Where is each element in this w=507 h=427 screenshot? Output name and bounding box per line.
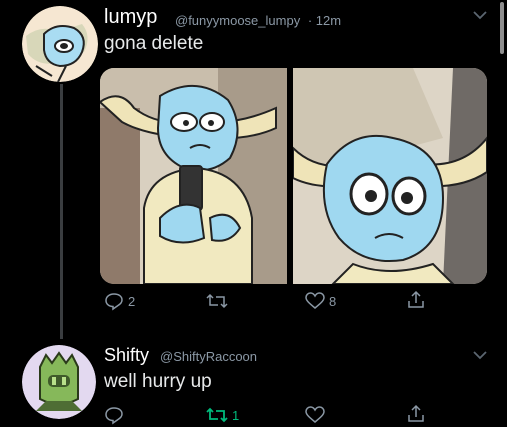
like-button[interactable]: 8: [305, 292, 336, 310]
scrollbar[interactable]: [500, 2, 504, 54]
like-button[interactable]: [305, 406, 329, 424]
thread-line: [60, 84, 63, 339]
retweet-button[interactable]: [206, 292, 232, 310]
avatar[interactable]: [22, 345, 96, 419]
avatar[interactable]: [22, 6, 98, 82]
reply-icon: [105, 407, 123, 425]
tweet-text: gona delete: [104, 33, 204, 54]
chevron-down-icon[interactable]: [470, 8, 490, 22]
share-button[interactable]: [406, 290, 426, 310]
reply-button[interactable]: [104, 405, 128, 425]
share-button[interactable]: [406, 404, 426, 424]
heart-icon: [305, 406, 325, 423]
like-count: 8: [329, 293, 337, 309]
retweet-icon: [206, 293, 228, 309]
moose-phone-drawing: [100, 68, 287, 284]
tweet-text: well hurry up: [104, 371, 212, 392]
retweet-count: 1: [232, 407, 240, 423]
heart-icon: [305, 292, 325, 309]
share-icon: [408, 290, 424, 308]
reply-icon: [105, 293, 123, 311]
reply-button[interactable]: 2: [104, 291, 135, 311]
author-name[interactable]: lumyp: [104, 6, 157, 29]
author-name[interactable]: Shifty: [104, 345, 149, 366]
media-image-1[interactable]: [100, 68, 287, 284]
retweet-icon: [206, 407, 228, 423]
share-icon: [408, 404, 424, 422]
author-handle[interactable]: @funyymoose_lumpy · 12m: [175, 13, 341, 28]
moose-avatar-icon: [22, 6, 98, 82]
retweet-button[interactable]: 1: [206, 406, 239, 424]
reply-count: 2: [128, 293, 136, 309]
timestamp: · 12m: [307, 13, 342, 28]
handle-text: @funyymoose_lumpy: [175, 13, 301, 28]
moose-closeup-drawing: [293, 68, 487, 284]
author-handle[interactable]: @ShiftyRaccoon: [160, 349, 257, 364]
raccoon-avatar-icon: [22, 345, 96, 419]
media-image-2[interactable]: [293, 68, 487, 284]
chevron-down-icon[interactable]: [470, 348, 490, 362]
